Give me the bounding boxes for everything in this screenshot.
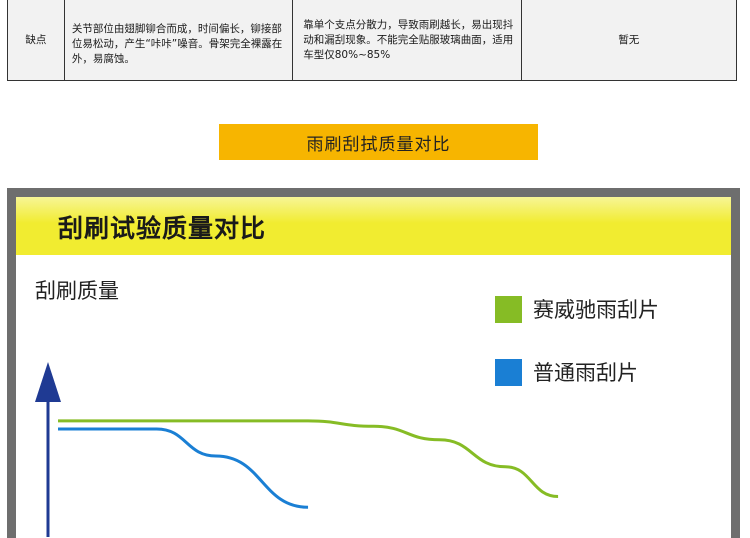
- column-3-cell: 暂无: [522, 0, 736, 80]
- chart-card-body: 刮刷试验质量对比 刮刷质量 赛威驰雨刮片 普通雨刮片: [16, 197, 731, 538]
- section-banner-title: 雨刷刮拭质量对比: [306, 134, 451, 155]
- chart-plot: [35, 362, 559, 537]
- row-label: 缺点: [25, 33, 47, 46]
- section-banner: 雨刷刮拭质量对比: [219, 124, 538, 160]
- series-layer: [57, 419, 559, 509]
- column-1-cell: 关节部位由翅脚铆合而成，时间偏长，铆接部位易松动，产生“咔咔”噪音。骨架完全裸露…: [65, 0, 294, 80]
- column-3-value: 暂无: [618, 33, 640, 46]
- series-line-0: [58, 419, 559, 498]
- y-axis-arrow-icon: [35, 362, 61, 402]
- column-2-cell: 靠单个支点分散力，导致雨刷越长，易出现抖动和漏刮现象。不能完全贴服玻璃曲面，适用…: [293, 0, 522, 80]
- series-line-1: [57, 427, 309, 509]
- comparison-table: 缺点 关节部位由翅脚铆合而成，时间偏长，铆接部位易松动，产生“咔咔”噪音。骨架完…: [7, 0, 737, 81]
- chart-card: 刮刷试验质量对比 刮刷质量 赛威驰雨刮片 普通雨刮片: [7, 188, 740, 538]
- row-label-cell: 缺点: [8, 0, 65, 80]
